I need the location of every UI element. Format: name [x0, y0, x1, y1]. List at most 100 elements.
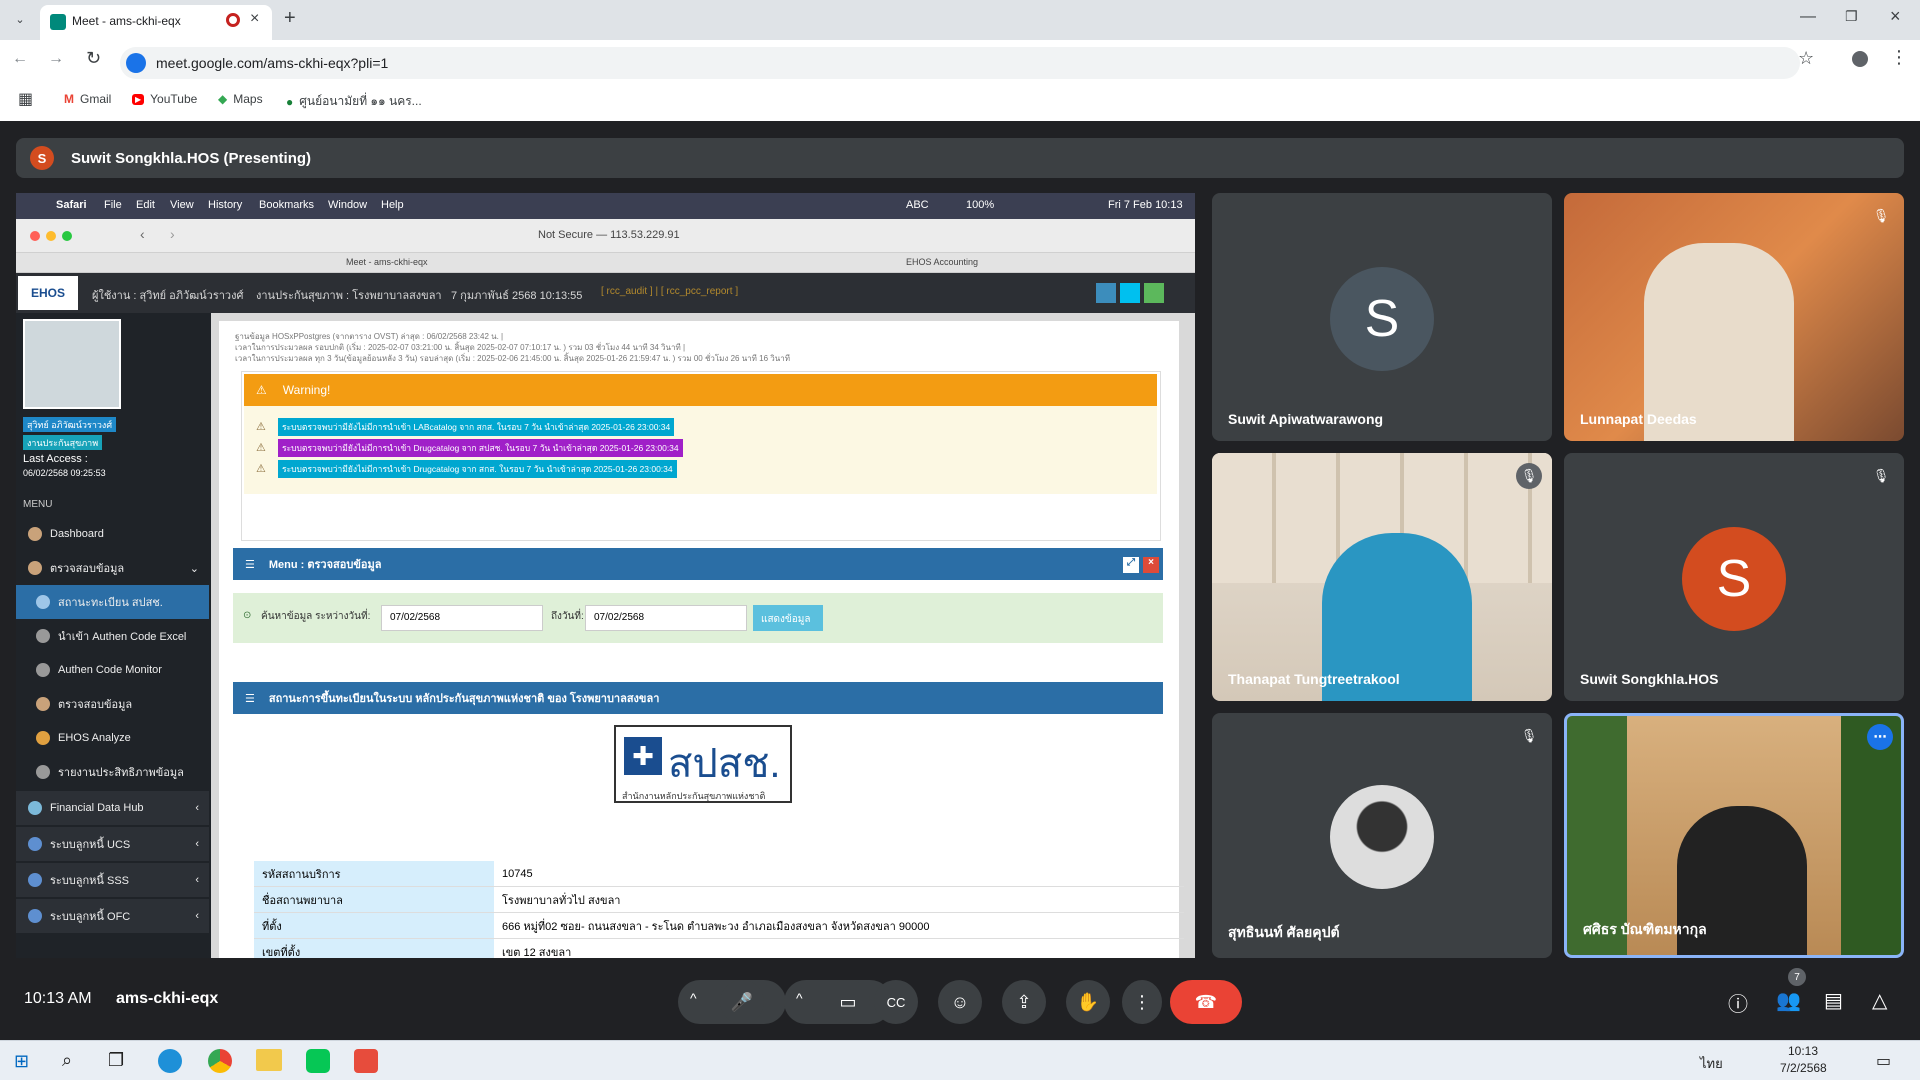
mac-minimize-icon[interactable] — [46, 231, 56, 241]
sidebar-item-financial-hub[interactable]: Financial Data Hub ‹ — [16, 791, 209, 825]
apps-grid-icon[interactable]: ▦ — [18, 89, 33, 109]
present-button[interactable]: ⇪ — [1002, 980, 1046, 1024]
tab-search-icon[interactable]: ⌄ — [10, 10, 30, 30]
sidebar-item-nhso-status[interactable]: สถานะทะเบียน สปสช. — [16, 585, 209, 619]
mac-close-icon[interactable] — [30, 231, 40, 241]
sidebar-item-ofc[interactable]: ระบบลูกหนี้ OFC ‹ — [16, 899, 209, 933]
language-indicator[interactable]: ไทย — [1700, 1053, 1723, 1074]
sidebar-item-authen-monitor[interactable]: Authen Code Monitor — [16, 653, 209, 687]
camera-button[interactable]: ▭ — [826, 980, 870, 1024]
mac-menu-edit[interactable]: Edit — [136, 199, 155, 211]
header-lock-icon[interactable] — [1144, 283, 1164, 303]
mac-menu-window[interactable]: Window — [328, 199, 367, 211]
bookmark-health-center[interactable]: ● ศูนย์อนามัยที่ ๑๑ นคร... — [286, 92, 422, 111]
from-date-input[interactable]: 07/02/2568 — [381, 605, 543, 631]
notification-icon[interactable]: ▭ — [1876, 1051, 1891, 1071]
safari-tab-meet[interactable]: Meet - ams-ckhi-eqx — [346, 257, 428, 267]
task-view-icon[interactable]: ❐ — [108, 1050, 124, 1071]
activities-icon[interactable]: △ — [1872, 988, 1887, 1013]
close-window-icon[interactable]: × — [1890, 6, 1901, 27]
chrome-icon[interactable] — [208, 1049, 232, 1073]
close-tab-icon[interactable]: × — [250, 10, 259, 28]
end-call-button[interactable]: ☎ — [1170, 980, 1242, 1024]
ehos-user: ผู้ใช้งาน : สุวิทย์ อภิวัฒน์วราวงศ์ — [92, 290, 244, 302]
sidebar-item-check-data-2[interactable]: ตรวจสอบข้อมูล — [16, 687, 209, 721]
to-date-input[interactable]: 07/02/2568 — [585, 605, 747, 631]
ehos-report-links[interactable]: [ rcc_audit ] | [ rcc_pcc_report ] — [601, 286, 738, 297]
safari-address[interactable]: Not Secure — 113.53.229.91 — [538, 229, 680, 241]
app-s-icon[interactable] — [354, 1049, 378, 1073]
captions-button[interactable]: CC — [874, 980, 918, 1024]
expand-icon[interactable]: ⤢ — [1123, 557, 1139, 573]
participant-tile-suwit-apiwat[interactable]: S Suwit Apiwatwarawong — [1212, 193, 1552, 441]
sidebar-item-ucs[interactable]: ระบบลูกหนี้ UCS ‹ — [16, 827, 209, 861]
participant-name: Lunnapat Deedas — [1580, 411, 1697, 427]
chrome-menu-icon[interactable]: ⋮ — [1890, 47, 1908, 68]
restore-icon[interactable]: ❐ — [1845, 8, 1858, 25]
sidebar-item-sss[interactable]: ระบบลูกหนี้ SSS ‹ — [16, 863, 209, 897]
sidebar-item-import-authen[interactable]: นำเข้า Authen Code Excel — [16, 619, 209, 653]
edge-icon[interactable] — [158, 1049, 182, 1073]
sidebar-item-check-data[interactable]: ตรวจสอบข้อมูล ⌄ — [16, 551, 209, 585]
participant-tile-lunnapat[interactable]: 🎙 Lunnapat Deedas — [1564, 193, 1904, 441]
mac-menu-help[interactable]: Help — [381, 199, 404, 211]
bookmark-maps[interactable]: ◆ Maps — [218, 92, 263, 106]
participant-tile-thanapat[interactable]: 🎙 Thanapat Tungtreetrakool — [1212, 453, 1552, 701]
tab-meet[interactable]: Meet - ams-ckhi-eqx × — [40, 5, 272, 40]
search-icon[interactable]: ⌕ — [62, 1050, 72, 1071]
mic-options-icon[interactable]: ^ — [690, 990, 697, 1006]
participant-avatar: S — [1682, 527, 1786, 631]
mac-zoom-icon[interactable] — [62, 231, 72, 241]
reload-icon[interactable]: ↻ — [86, 48, 101, 69]
participant-tile-sasithorn[interactable]: ⋯ ศศิธร บัณฑิตมหากุล — [1564, 713, 1904, 958]
forward-icon[interactable]: → — [48, 50, 64, 68]
close-panel-icon[interactable]: × — [1143, 557, 1159, 573]
header-list-icon[interactable] — [1096, 283, 1116, 303]
more-options-button[interactable]: ⋮ — [1122, 980, 1162, 1024]
chat-icon[interactable]: ▤ — [1824, 988, 1843, 1013]
people-icon[interactable]: 👥 — [1776, 988, 1801, 1013]
windows-start-icon[interactable]: ⊞ — [14, 1051, 29, 1072]
minimize-icon[interactable]: — — [1800, 8, 1816, 26]
new-tab-icon[interactable]: + — [284, 7, 296, 30]
mac-menu-view[interactable]: View — [170, 199, 194, 211]
site-info-icon[interactable] — [126, 53, 146, 73]
taskbar-time: 10:13 — [1788, 1044, 1819, 1058]
bookmark-youtube[interactable]: ▶ YouTube — [132, 92, 197, 106]
show-data-button[interactable]: แสดงข้อมูล — [753, 605, 823, 631]
sidebar-item-ehos-analyze[interactable]: EHOS Analyze — [16, 721, 209, 755]
meeting-info-icon[interactable]: ⓘ — [1728, 988, 1748, 1017]
bookmark-star-icon[interactable]: ☆ — [1798, 48, 1814, 69]
chevron-left-icon: ‹ — [195, 910, 199, 922]
participant-tile-suwit-songkhla[interactable]: 🎙 S Suwit Songkhla.HOS — [1564, 453, 1904, 701]
mac-menu-safari[interactable]: Safari — [56, 199, 87, 211]
profile-name-badge: สุวิทย์ อภิวัฒน์วราวงศ์ — [23, 417, 117, 432]
safari-tab-ehos[interactable]: EHOS Accounting — [906, 257, 978, 267]
mac-menu-bookmarks[interactable]: Bookmarks — [259, 199, 314, 211]
camera-options-icon[interactable]: ^ — [796, 990, 803, 1006]
participant-name: สุทธินนท์ ศัลยคุปต์ — [1228, 924, 1340, 940]
raise-hand-button[interactable]: ✋ — [1066, 980, 1110, 1024]
more-options-icon[interactable]: ⋯ — [1867, 724, 1893, 750]
safari-forward-icon[interactable]: › — [170, 226, 175, 242]
present-screen-icon: ⇪ — [1016, 991, 1032, 1012]
safari-back-icon[interactable]: ‹ — [140, 226, 145, 242]
sidebar-item-efficiency-report[interactable]: รายงานประสิทธิภาพข้อมูล — [16, 755, 209, 789]
participant-avatar: S — [1330, 267, 1434, 371]
header-info-icon[interactable] — [1120, 283, 1140, 303]
back-icon[interactable]: ← — [12, 50, 28, 68]
bookmark-gmail[interactable]: M Gmail — [64, 92, 111, 106]
sidebar-item-dashboard[interactable]: Dashboard — [16, 517, 209, 551]
nhso-cross-icon: ✚ — [624, 737, 662, 775]
mac-menu-file[interactable]: File — [104, 199, 122, 211]
chevron-left-icon: ‹ — [195, 838, 199, 850]
line-icon[interactable] — [306, 1049, 330, 1073]
emoji-button[interactable]: ☺ — [938, 980, 982, 1024]
address-bar[interactable]: meet.google.com/ams-ckhi-eqx?pli=1 — [120, 47, 1800, 79]
microphone-button[interactable]: 🎤 — [720, 980, 764, 1024]
table-row: เขตที่ตั้ง เขต 12 สงขลา — [254, 939, 1184, 958]
participant-tile-suthinon[interactable]: 🎙 สุทธินนท์ ศัลยคุปต์ — [1212, 713, 1552, 958]
file-explorer-icon[interactable] — [256, 1049, 282, 1071]
mac-menu-history[interactable]: History — [208, 199, 242, 211]
profile-icon[interactable] — [1852, 51, 1868, 67]
